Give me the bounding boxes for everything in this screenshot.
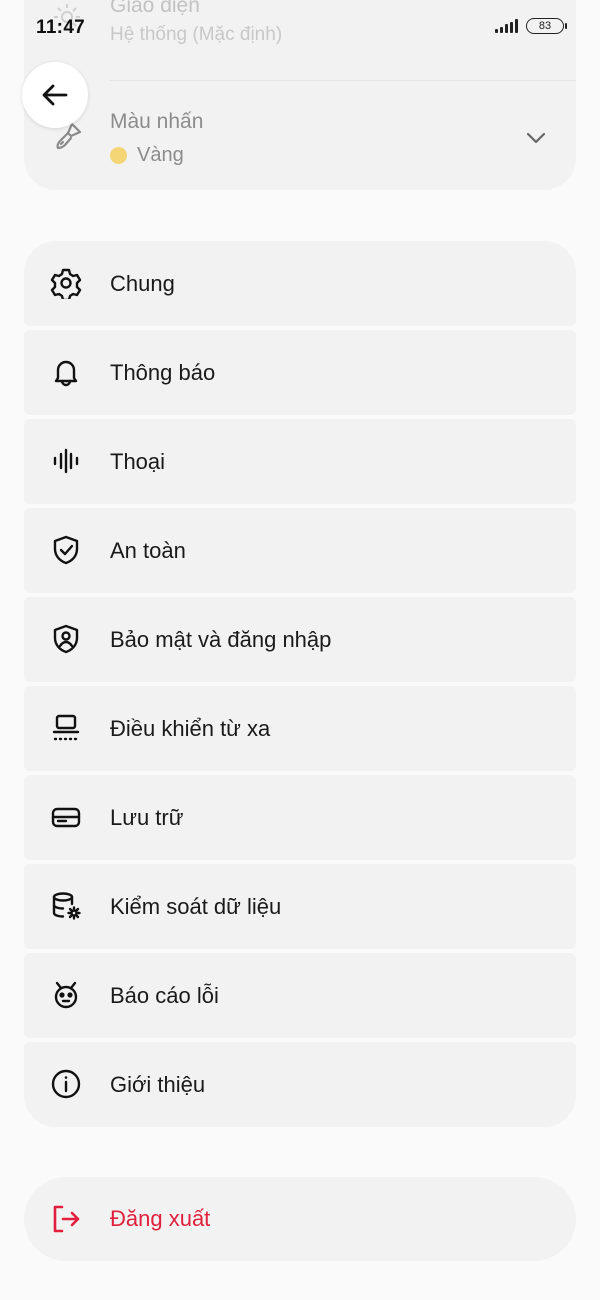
battery-icon: 83 — [526, 18, 567, 34]
menu-label: Lưu trữ — [110, 805, 184, 830]
database-settings-icon — [50, 890, 82, 922]
bell-icon — [50, 356, 82, 388]
back-button[interactable] — [22, 62, 88, 128]
menu-label: Chung — [110, 271, 175, 296]
logout-label: Đăng xuất — [110, 1206, 211, 1231]
menu-item-remote-control[interactable]: Điều khiển từ xa — [24, 686, 576, 771]
shield-check-icon — [50, 534, 82, 566]
accent-color-dot — [110, 147, 127, 164]
menu-label: Điều khiển từ xa — [110, 716, 271, 741]
menu-label: Bảo mật và đăng nhập — [110, 627, 332, 652]
remote-control-icon — [50, 712, 82, 744]
logout-icon — [50, 1203, 82, 1235]
menu-item-bug-report[interactable]: Báo cáo lỗi — [24, 953, 576, 1038]
status-icons: 83 — [495, 18, 567, 34]
chevron-down-icon[interactable] — [524, 126, 548, 150]
menu-item-about[interactable]: Giới thiệu — [24, 1042, 576, 1127]
user-shield-icon — [50, 623, 82, 655]
menu-label: An toàn — [110, 538, 186, 563]
arrow-left-icon — [39, 79, 71, 111]
menu-label: Thoại — [110, 449, 166, 474]
gear-icon — [50, 267, 82, 299]
menu-label: Giới thiệu — [110, 1072, 206, 1097]
accent-color-setting[interactable]: Màu nhấn Vàng — [24, 90, 576, 190]
bug-icon — [50, 979, 82, 1011]
accent-value: Vàng — [137, 144, 184, 166]
signal-icon — [495, 19, 518, 33]
status-bar: 11:47 83 — [0, 0, 600, 52]
menu-item-general[interactable]: Chung — [24, 241, 576, 326]
settings-menu: Chung Thông báo Thoại An toàn Bảo mật và… — [24, 241, 576, 1127]
menu-item-storage[interactable]: Lưu trữ — [24, 775, 576, 860]
menu-label: Thông báo — [110, 360, 216, 385]
menu-label: Báo cáo lỗi — [110, 983, 219, 1008]
menu-item-safety[interactable]: An toàn — [24, 508, 576, 593]
logout-button[interactable]: Đăng xuất — [24, 1177, 576, 1261]
menu-label: Kiểm soát dữ liệu — [110, 894, 282, 919]
accent-value-row: Vàng — [110, 144, 184, 167]
voice-waveform-icon — [50, 445, 82, 477]
info-icon — [50, 1068, 82, 1100]
divider — [110, 80, 576, 81]
menu-item-data-controls[interactable]: Kiểm soát dữ liệu — [24, 864, 576, 949]
accent-title: Màu nhấn — [110, 110, 204, 133]
menu-item-security-login[interactable]: Bảo mật và đăng nhập — [24, 597, 576, 682]
menu-item-voice[interactable]: Thoại — [24, 419, 576, 504]
menu-item-notifications[interactable]: Thông báo — [24, 330, 576, 415]
storage-icon — [50, 801, 82, 833]
status-time: 11:47 — [36, 17, 86, 38]
